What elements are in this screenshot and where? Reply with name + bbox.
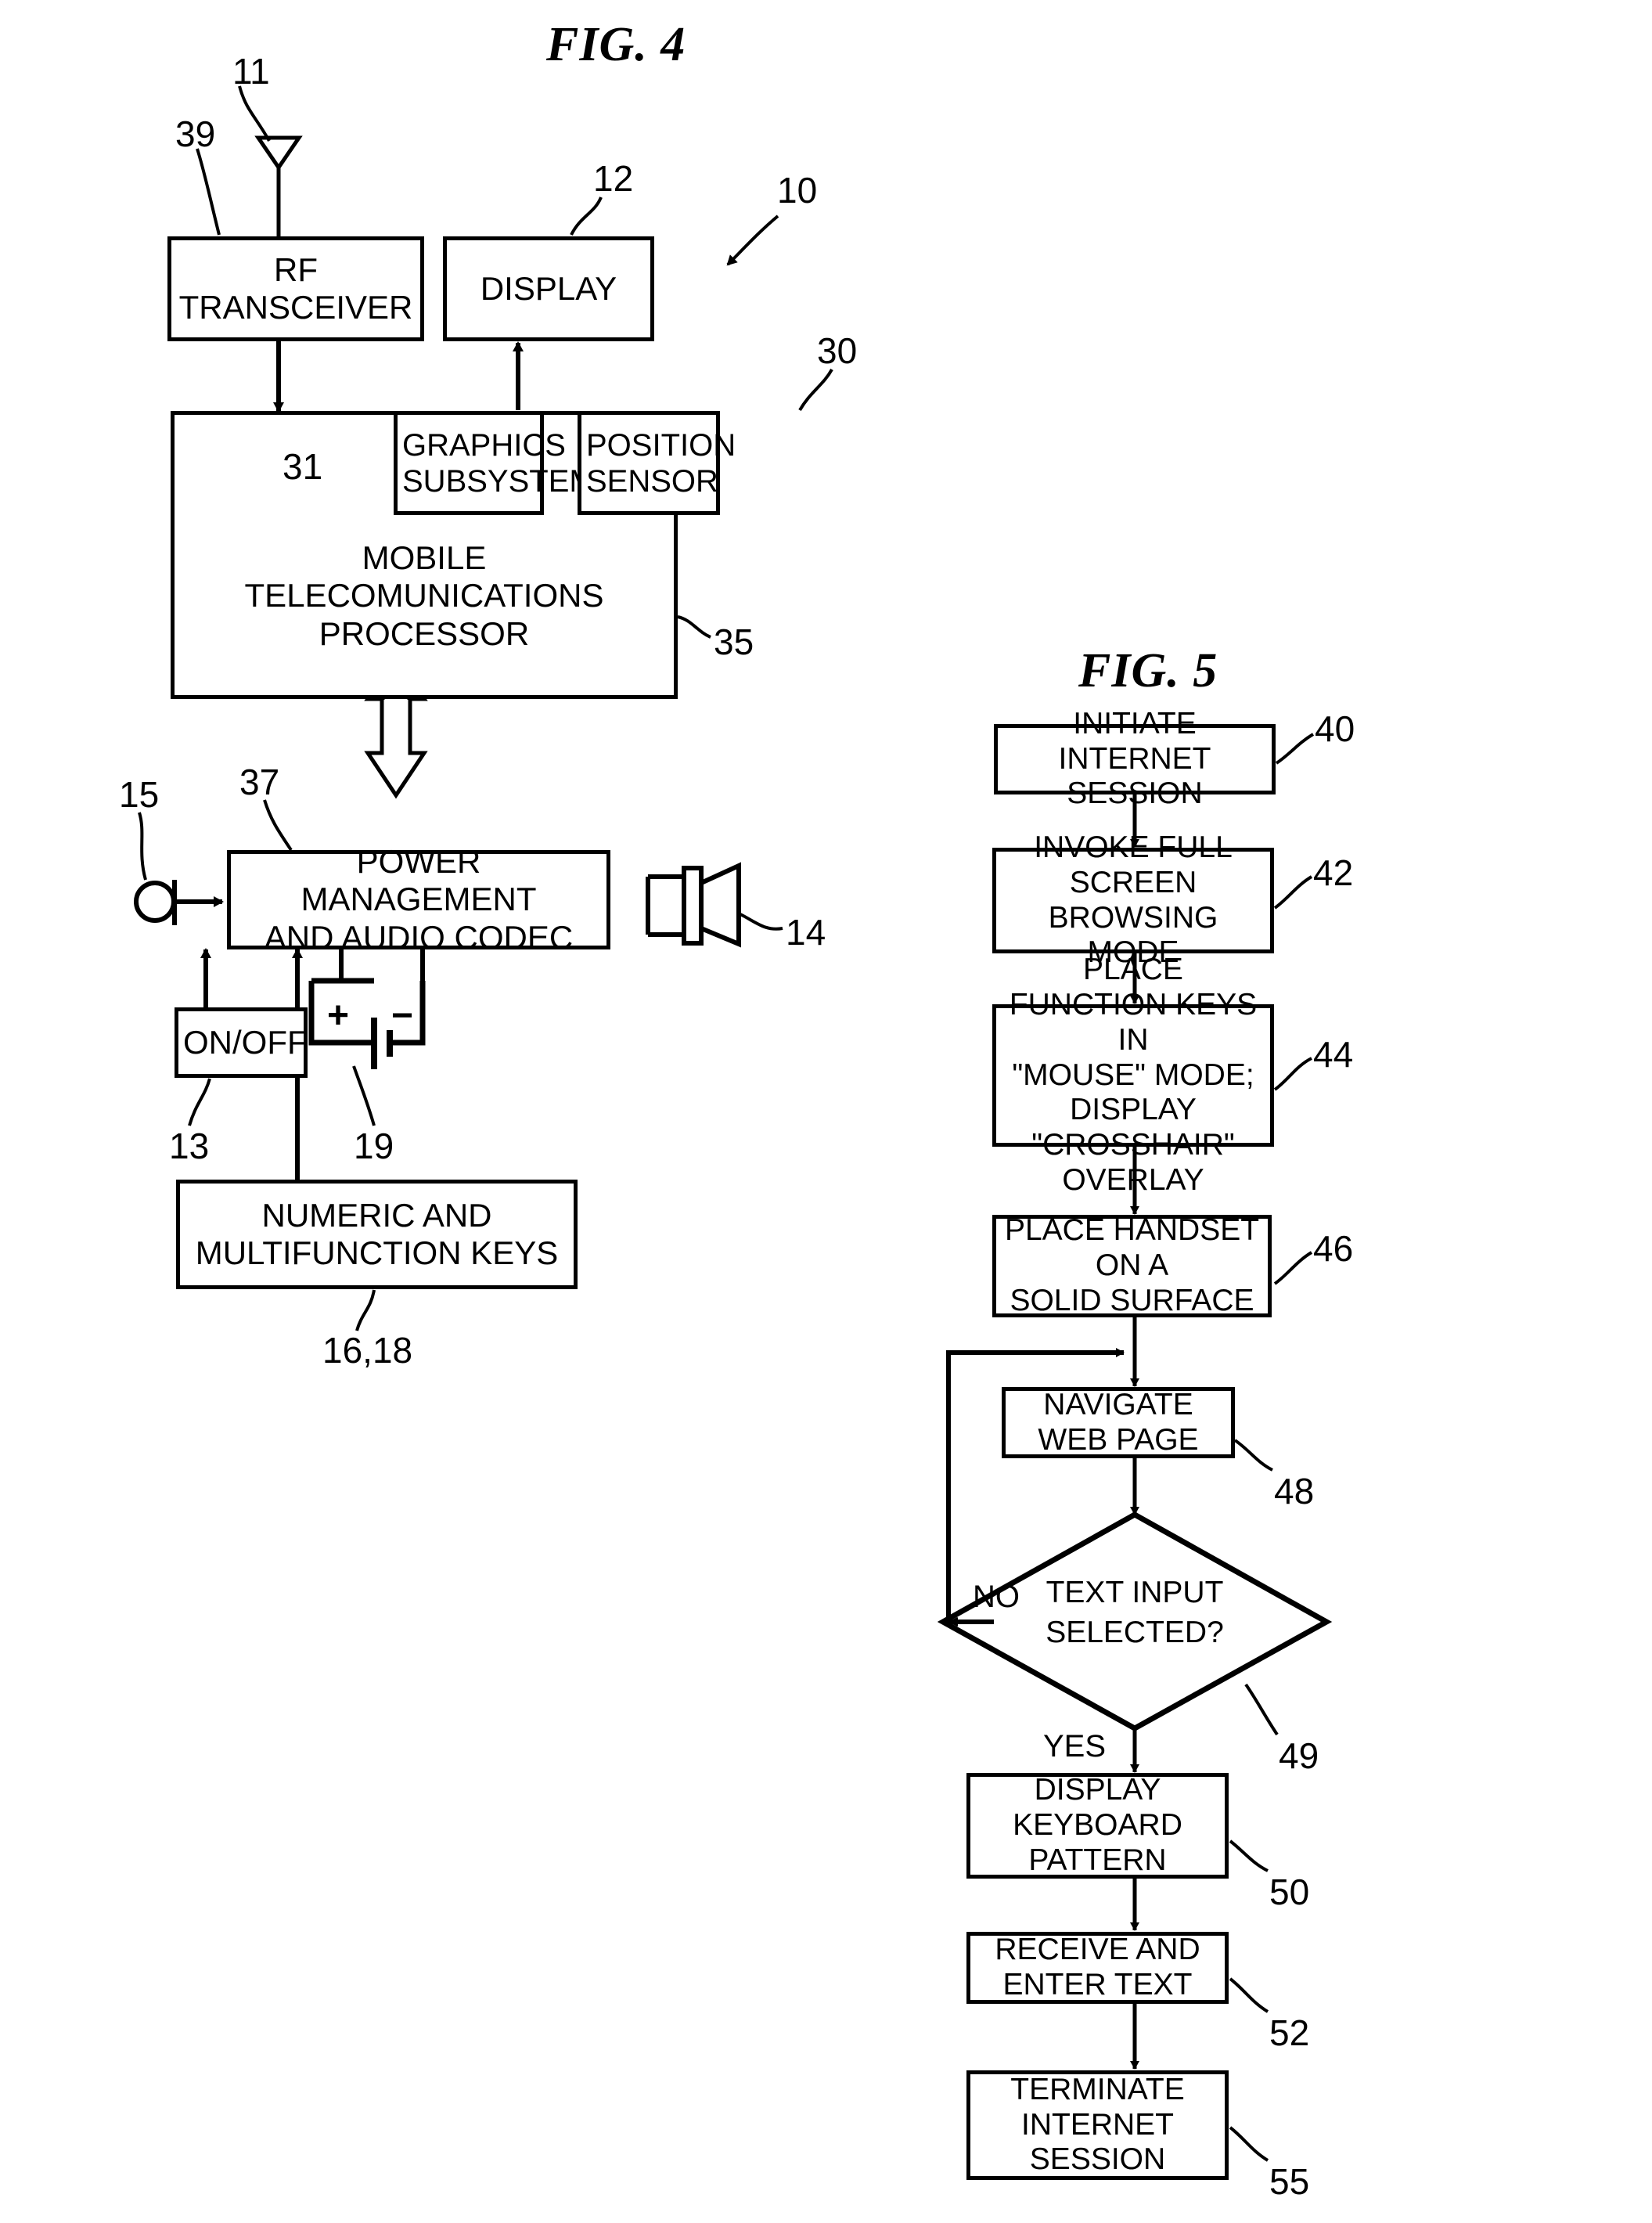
figure-4-title: FIG. 4 [546,18,686,71]
ref-numeral-12: 12 [593,158,634,199]
antenna-symbol [254,135,303,236]
ref-numeral-16-18: 16,18 [322,1330,413,1371]
block-on-off: ON/OFF [175,1007,308,1078]
ref-numeral-48: 48 [1274,1471,1315,1511]
branch-label-no: NO [973,1580,1020,1614]
ref-numeral-15: 15 [119,774,160,815]
flow-step-terminate-internet-session: TERMINATE INTERNET SESSION [966,2070,1229,2180]
block-rf-transceiver: RF TRANSCEIVER [167,236,424,341]
ref-numeral-50: 50 [1269,1872,1310,1912]
block-graphics-subsystem: GRAPHICS SUBSYSTEM [394,411,596,515]
flow-step-display-keyboard-pattern: DISPLAY KEYBOARD PATTERN [966,1773,1229,1879]
battery-minus-sign: − [391,995,414,1036]
block-display: DISPLAY [443,236,654,341]
flow-step-initiate-internet-session: INITIATE INTERNET SESSION [994,707,1276,810]
ref-numeral-19: 19 [354,1126,394,1166]
ref-numeral-11: 11 [232,51,270,92]
block-power-management-audio-codec: POWER MANAGEMENT AND AUDIO CODEC [227,843,610,956]
ref-numeral-44: 44 [1313,1034,1354,1075]
patent-drawing-sheet: FIG. 4 RF TRANSCEIVER DISPLAY MOBILE TEL… [0,0,1652,2223]
figure-5-title: FIG. 5 [1078,644,1218,697]
flow-step-navigate-web-page: NAVIGATE WEB PAGE [1002,1387,1235,1458]
ref-numeral-13: 13 [169,1126,210,1166]
ref-numeral-42: 42 [1313,852,1354,893]
ref-numeral-10: 10 [777,170,818,211]
battery-plus-sign: + [327,995,350,1036]
ref-numeral-49: 49 [1279,1735,1319,1776]
ref-numeral-39: 39 [175,113,216,154]
ref-numeral-46: 46 [1313,1228,1354,1269]
ref-numeral-37: 37 [239,762,280,802]
flow-step-receive-and-enter-text: RECEIVE AND ENTER TEXT [966,1932,1229,2004]
branch-label-yes: YES [1043,1729,1107,1764]
ref-numeral-31: 31 [283,446,323,487]
ref-numeral-40: 40 [1315,708,1355,749]
microphone-symbol [134,880,224,925]
ref-numeral-52: 52 [1269,2012,1310,2053]
block-position-sensor: POSITION SENSOR [578,411,736,515]
ref-numeral-14: 14 [786,912,826,953]
flow-decision-text-input-selected: TEXT INPUT SELECTED? [1046,1576,1224,1649]
flow-step-invoke-full-screen-browsing-mode: INVOKE FULL SCREEN BROWSING MODE [992,830,1274,969]
flow-step-place-handset-on-solid-surface: PLACE HANDSET ON A SOLID SURFACE [992,1213,1272,1317]
ref-numeral-35: 35 [714,622,754,662]
flow-step-place-function-keys-mouse-mode: PLACE FUNCTION KEYS IN "MOUSE" MODE; DIS… [992,953,1274,1197]
block-numeric-multifunction-keys: NUMERIC AND MULTIFUNCTION KEYS [176,1180,578,1289]
ref-numeral-55: 55 [1269,2161,1310,2202]
ref-numeral-30: 30 [817,330,858,371]
